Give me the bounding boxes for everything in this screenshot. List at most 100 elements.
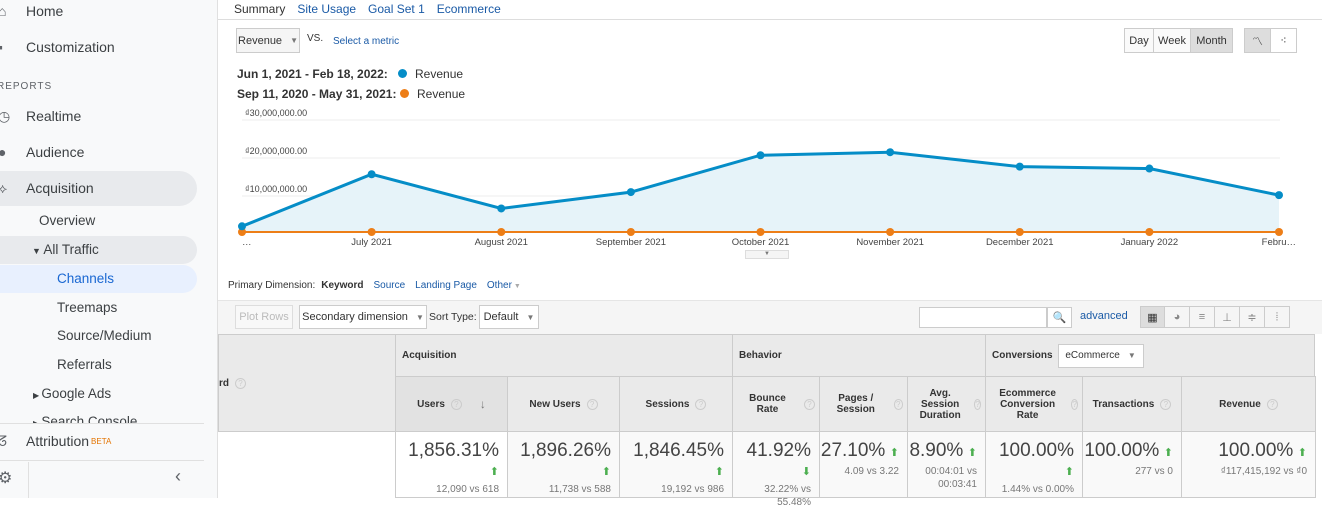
dimension-landing-page[interactable]: Landing Page	[415, 280, 477, 291]
data-point	[497, 204, 506, 213]
week-button[interactable]: Week	[1154, 28, 1191, 53]
arrow-up-icon: ⬆	[967, 447, 977, 459]
column-header-label: Transactions	[1092, 398, 1155, 410]
column-header[interactable]: Transactions?	[1082, 376, 1182, 432]
tab-summary[interactable]: Summary	[234, 2, 285, 16]
column-header[interactable]: Users? ↓	[395, 376, 508, 432]
keyword-header[interactable]: rd?	[218, 334, 396, 432]
data-point	[886, 228, 895, 236]
x-tick-label: November 2021	[856, 237, 924, 248]
comparison-values: ₫117,415,192 vs ₫0	[1220, 466, 1307, 477]
comparison-view-icon[interactable]: ⊥	[1215, 306, 1240, 328]
data-point	[626, 188, 635, 197]
change-percent: 100.00%	[1218, 440, 1294, 461]
arrow-up-icon: ⬆	[889, 447, 899, 459]
column-header[interactable]: Revenue?	[1181, 376, 1316, 432]
caret-down-icon: ▼	[415, 312, 424, 322]
plot-rows-button[interactable]: Plot Rows	[235, 305, 293, 329]
nav-acquisition[interactable]: ⟡ Acquisition	[0, 171, 94, 205]
secondary-dimension-select[interactable]: Secondary dimension ▼	[299, 305, 427, 329]
sort-type-select[interactable]: Default ▼	[479, 305, 539, 329]
advanced-link[interactable]: advanced	[1080, 310, 1128, 322]
gear-icon[interactable]: ⚙	[0, 468, 12, 488]
help-icon: ?	[1266, 398, 1278, 410]
nav-google-ads[interactable]: ▶ Google Ads	[33, 386, 111, 401]
nav-label: Attribution	[26, 433, 90, 449]
x-tick-label: July 2021	[351, 237, 392, 248]
motion-chart-icon[interactable]: ⁖	[1270, 28, 1297, 53]
column-header-label: Sessions	[645, 398, 690, 410]
arrow-up-icon: ⬆	[489, 466, 499, 478]
tab-ecommerce[interactable]: Ecommerce	[437, 2, 501, 16]
data-point	[497, 228, 506, 236]
nav-search-console[interactable]: ▶ Search Console	[33, 414, 137, 423]
term-cloud-icon[interactable]: ≑	[1240, 306, 1265, 328]
help-icon: ?	[695, 398, 707, 410]
tab-goal-set-1[interactable]: Goal Set 1	[368, 2, 425, 16]
column-header[interactable]: Sessions?	[619, 376, 733, 432]
dimension-keyword[interactable]: Keyword	[321, 280, 363, 291]
column-header[interactable]: Ecommerce Conversion Rate?	[985, 376, 1083, 432]
nav-attribution[interactable]: ᘔ Attribution BETA	[0, 424, 111, 458]
collapse-chevron-icon[interactable]: ‹	[175, 466, 181, 487]
column-header-label: Users	[417, 398, 445, 410]
nav-referrals[interactable]: Referrals	[57, 357, 112, 372]
x-tick-label: Febru…	[1262, 237, 1296, 248]
nav-all-traffic[interactable]: ▼ All Traffic	[32, 242, 99, 257]
pivot-view-icon[interactable]: ⦙	[1265, 306, 1290, 328]
help-icon: ?	[1071, 398, 1078, 410]
day-button[interactable]: Day	[1124, 28, 1154, 53]
chart-resize-handle[interactable]: ▼	[745, 250, 789, 259]
beta-badge: BETA	[91, 436, 112, 446]
conversions-select[interactable]: eCommerce ▼	[1057, 343, 1144, 368]
table-search-input[interactable]	[919, 307, 1047, 328]
metric-cell: 27.10% ⬆ 4.09 vs 3.22	[819, 432, 908, 498]
comparison-values: 19,192 vs 986	[661, 484, 724, 495]
clock-icon: ◷	[0, 107, 11, 124]
revenue-chart: ₫30,000,000.00 ₫20,000,000.00 ₫10,000,000.…	[238, 108, 1296, 248]
vs-label: VS.	[307, 33, 324, 44]
help-icon: ?	[974, 398, 981, 410]
legend-range-previous: Sep 11, 2020 - May 31, 2021:	[237, 87, 397, 101]
help-icon: ?	[893, 398, 903, 410]
metric-cell: 8.90% ⬆ 00:04:01 vs 00:03:41	[907, 432, 986, 498]
column-header[interactable]: New Users?	[507, 376, 620, 432]
metric-select[interactable]: Revenue ▼	[236, 28, 300, 53]
performance-view-icon[interactable]: ≡	[1190, 306, 1215, 328]
dashboard-icon: ▪	[0, 39, 3, 55]
pie-view-icon[interactable]: ◕	[1165, 306, 1190, 328]
primary-dimension: Primary Dimension: Keyword Source Landin…	[228, 280, 521, 291]
column-header-label: Revenue	[1219, 398, 1261, 410]
month-button[interactable]: Month	[1191, 28, 1233, 53]
table-view-icon[interactable]: ▦	[1140, 306, 1165, 328]
column-header[interactable]: Bounce Rate?	[732, 376, 820, 432]
x-tick-label: January 2022	[1121, 237, 1179, 248]
change-percent: 100.00%	[1084, 440, 1160, 461]
dimension-source[interactable]: Source	[373, 280, 405, 291]
select-metric-link[interactable]: Select a metric	[333, 36, 399, 47]
search-icon[interactable]: 🔍	[1047, 307, 1072, 328]
nav-overview[interactable]: Overview	[39, 213, 95, 228]
nav-customization[interactable]: ▪ Customization	[0, 30, 115, 64]
line-chart-icon[interactable]: 〽	[1244, 28, 1271, 53]
data-point	[1145, 164, 1154, 173]
column-header-label: Pages / Session	[836, 393, 875, 415]
sort-value: Default	[483, 311, 519, 323]
caret-down-icon: ▼	[290, 36, 298, 45]
tab-site-usage[interactable]: Site Usage	[297, 2, 356, 16]
nav-treemaps[interactable]: Treemaps	[57, 300, 117, 315]
arrow-up-icon: ⬆	[714, 466, 724, 478]
area-fill	[242, 152, 1279, 232]
legend-dot-blue	[398, 69, 407, 78]
dimension-other[interactable]: Other ▼	[487, 280, 521, 291]
nav-channels[interactable]: Channels	[57, 271, 114, 286]
column-header[interactable]: Pages / Session?	[819, 376, 908, 432]
column-header[interactable]: Avg. Session Duration?	[907, 376, 986, 432]
acquisition-group-header: Acquisition	[395, 334, 733, 377]
nav-source-medium[interactable]: Source/Medium	[57, 328, 152, 343]
nav-realtime[interactable]: ◷ Realtime	[0, 99, 81, 133]
nav-home[interactable]: ⌂ Home	[0, 0, 63, 28]
nav-audience[interactable]: ● Audience	[0, 135, 84, 169]
data-point	[367, 228, 376, 236]
view-toggle: ▦ ◕ ≡ ⊥ ≑ ⦙	[1140, 306, 1290, 328]
